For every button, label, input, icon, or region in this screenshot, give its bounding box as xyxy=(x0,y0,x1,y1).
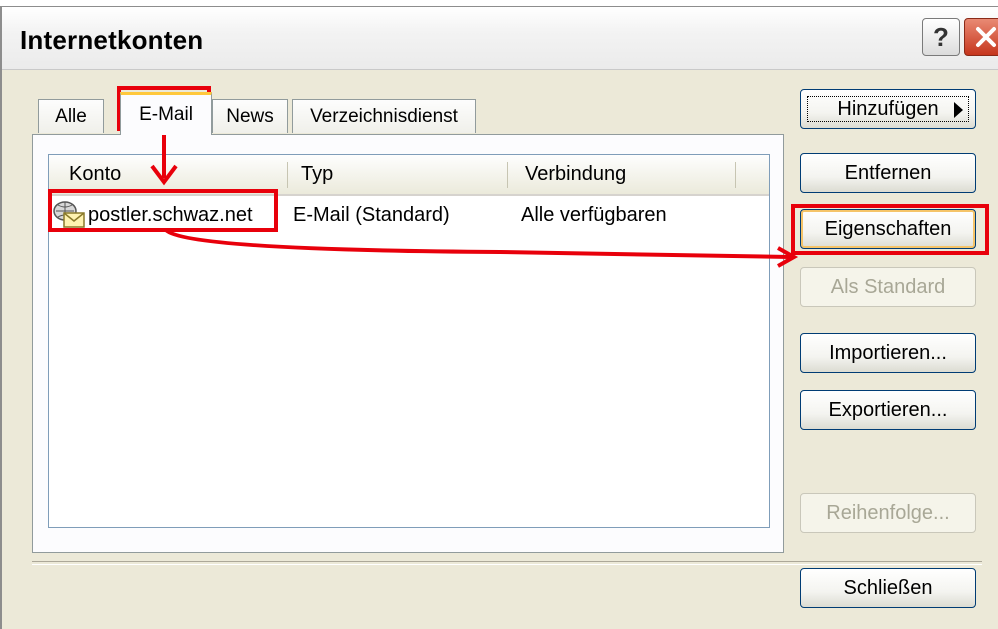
cell-verbindung: Alle verfügbaren xyxy=(521,203,667,226)
cell-konto: postler.schwaz.net xyxy=(53,197,279,233)
remove-button[interactable]: Entfernen xyxy=(800,153,976,193)
tab-news[interactable]: News xyxy=(212,99,288,133)
close-icon xyxy=(976,27,996,47)
order-button: Reihenfolge... xyxy=(800,493,976,533)
mail-account-icon xyxy=(53,201,85,228)
window-title: Internetkonten xyxy=(20,25,204,55)
tab-alle[interactable]: Alle xyxy=(38,99,104,133)
cell-typ: E-Mail (Standard) xyxy=(293,203,450,226)
internet-accounts-dialog: Internetkonten ? Alle E-Mail News Verzei… xyxy=(0,6,998,629)
tab-email[interactable]: E-Mail xyxy=(120,92,212,135)
close-button[interactable]: Schließen xyxy=(800,568,976,608)
list-header: Konto Typ Verbindung xyxy=(49,155,769,196)
accounts-list[interactable]: Konto Typ Verbindung postler.schwaz.net … xyxy=(48,154,770,528)
add-button-label: Hinzufügen xyxy=(837,97,939,120)
column-header-verbindung[interactable]: Verbindung xyxy=(505,155,733,194)
table-row[interactable]: postler.schwaz.net E-Mail (Standard) All… xyxy=(49,197,769,233)
set-default-button: Als Standard xyxy=(800,267,976,307)
separator-line xyxy=(32,561,982,565)
help-icon: ? xyxy=(933,21,949,52)
tab-verzeichnisdienst[interactable]: Verzeichnisdienst xyxy=(292,99,476,133)
import-button[interactable]: Importieren... xyxy=(800,333,976,373)
column-header-konto[interactable]: Konto xyxy=(49,155,287,194)
title-bar[interactable]: Internetkonten ? xyxy=(2,7,998,70)
account-name: postler.schwaz.net xyxy=(88,203,253,226)
export-button[interactable]: Exportieren... xyxy=(800,390,976,430)
column-header-typ[interactable]: Typ xyxy=(281,155,501,194)
column-divider[interactable] xyxy=(735,162,736,188)
add-button[interactable]: Hinzufügen xyxy=(800,89,976,129)
help-button[interactable]: ? xyxy=(922,18,960,56)
submenu-arrow-icon xyxy=(954,102,963,118)
close-window-button[interactable] xyxy=(964,18,998,56)
properties-button[interactable]: Eigenschaften xyxy=(800,209,976,249)
